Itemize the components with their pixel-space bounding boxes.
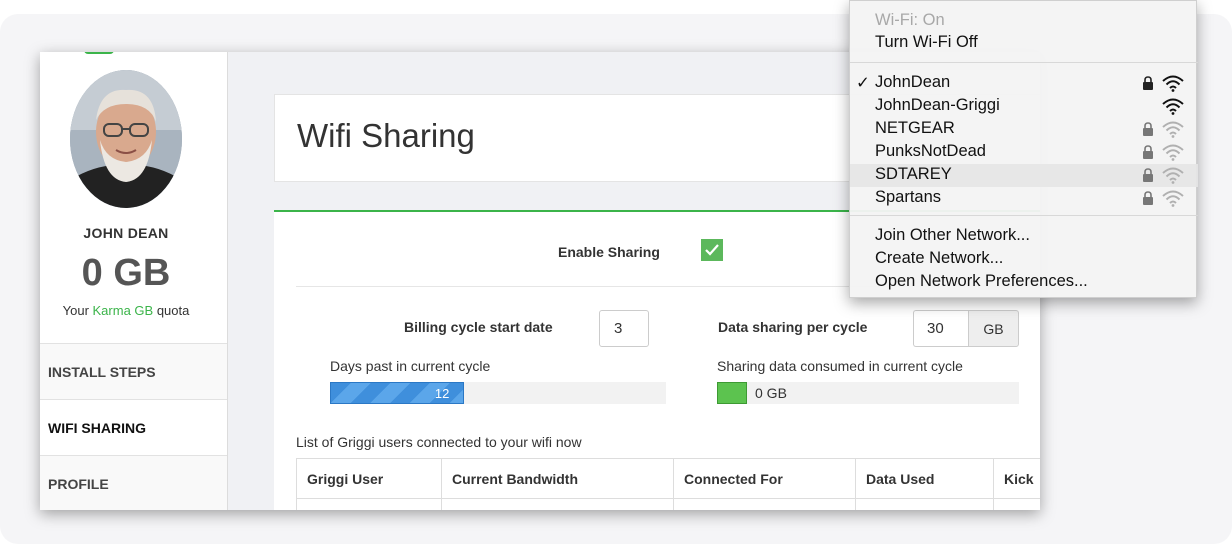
column-header-kick: Kick [993,458,1040,499]
turn-wifi-off-item[interactable]: Turn Wi-Fi Off [850,32,1198,55]
open-network-preferences-label: Open Network Preferences... [875,272,1088,290]
column-header-connected: Connected For [673,458,856,499]
selected-check-icon: ✓ [856,74,870,92]
sidebar-item-install-steps[interactable]: INSTALL STEPS [40,343,227,399]
lock-icon [1142,122,1154,136]
wifi-signal-icon [1162,98,1184,115]
user-name: JOHN DEAN [83,225,169,241]
users-list-caption: List of Griggi users connected to your w… [296,434,582,450]
network-item[interactable]: ✓ JohnDean [850,72,1198,95]
quota-suffix: quota [153,303,190,318]
column-header-bandwidth: Current Bandwidth [441,458,674,499]
sidebar-item-profile[interactable]: PROFILE [40,455,227,510]
consumed-progress-bar: 0 GB [717,382,1019,404]
enable-sharing-checkbox[interactable] [701,239,723,261]
days-past-label: Days past in current cycle [330,358,491,374]
network-name: PunksNotDead [875,142,986,160]
lock-icon [1142,168,1154,182]
wifi-status-label: Wi-Fi: On [875,11,945,29]
lock-icon [1142,145,1154,159]
open-network-preferences-item[interactable]: Open Network Preferences... [850,271,1198,294]
table-header-row: Griggi User Current Bandwidth Connected … [296,458,1040,499]
days-progress-fill: 12 [330,382,465,404]
users-table: Griggi User Current Bandwidth Connected … [296,458,1040,510]
enable-sharing-label: Enable Sharing [558,244,660,260]
wifi-signal-icon [1162,190,1184,207]
avatar [70,70,182,208]
wifi-status: Wi-Fi: On [850,10,1198,33]
join-other-network-label: Join Other Network... [875,226,1030,244]
lock-icon [1142,76,1154,90]
billing-cycle-input[interactable] [599,310,649,347]
quota-caption: Your Karma GB quota [40,303,212,318]
quota-brand: Karma GB [92,303,154,318]
sidebar-nav: INSTALL STEPS WIFI SHARING PROFILE [40,343,227,510]
network-item[interactable]: NETGEAR [850,118,1198,141]
wifi-signal-icon [1162,75,1184,92]
consumed-label: Sharing data consumed in current cycle [717,358,963,374]
menu-separator [850,215,1198,216]
billing-cycle-label: Billing cycle start date [404,319,553,335]
join-other-network-item[interactable]: Join Other Network... [850,225,1198,248]
sidebar: JOHN DEAN 0 GB Your Karma GB quota INSTA… [40,52,228,510]
table-row [296,498,1040,510]
wifi-signal-icon [1162,144,1184,161]
data-sharing-unit: GB [968,310,1019,347]
quota-prefix: Your [62,303,93,318]
network-item[interactable]: PunksNotDead [850,141,1198,164]
wifi-signal-icon [1162,121,1184,138]
network-item[interactable]: SDTAREY [850,164,1198,187]
quota-value: 0 GB [81,252,171,294]
column-header-user: Griggi User [296,458,442,499]
wifi-signal-icon [1162,167,1184,184]
consumed-value: 0 GB [755,385,787,401]
network-name: Spartans [875,188,942,206]
create-network-label: Create Network... [875,249,1004,267]
lock-icon [1142,191,1154,205]
days-progress-value: 12 [434,386,450,401]
logo [84,52,114,54]
network-name: SDTAREY [875,165,952,183]
network-name: NETGEAR [875,119,955,137]
data-sharing-input[interactable] [913,310,969,347]
page-title: Wifi Sharing [297,117,475,154]
create-network-item[interactable]: Create Network... [850,248,1198,271]
column-header-data-used: Data Used [855,458,994,499]
sidebar-item-wifi-sharing[interactable]: WIFI SHARING [40,399,227,455]
network-name: JohnDean-Griggi [875,96,1000,114]
wifi-menu: Wi-Fi: On Turn Wi-Fi Off ✓ JohnDean JohnDe… [849,0,1198,298]
network-item[interactable]: Spartans [850,187,1198,210]
data-sharing-label: Data sharing per cycle [718,319,868,335]
consumed-progress-fill [717,382,747,404]
check-icon [705,244,719,256]
days-progress-bar: 12 [330,382,666,404]
turn-wifi-off-label: Turn Wi-Fi Off [875,33,978,51]
network-item[interactable]: JohnDean-Griggi [850,95,1198,118]
network-name: JohnDean [875,73,951,91]
menu-separator [850,62,1198,63]
